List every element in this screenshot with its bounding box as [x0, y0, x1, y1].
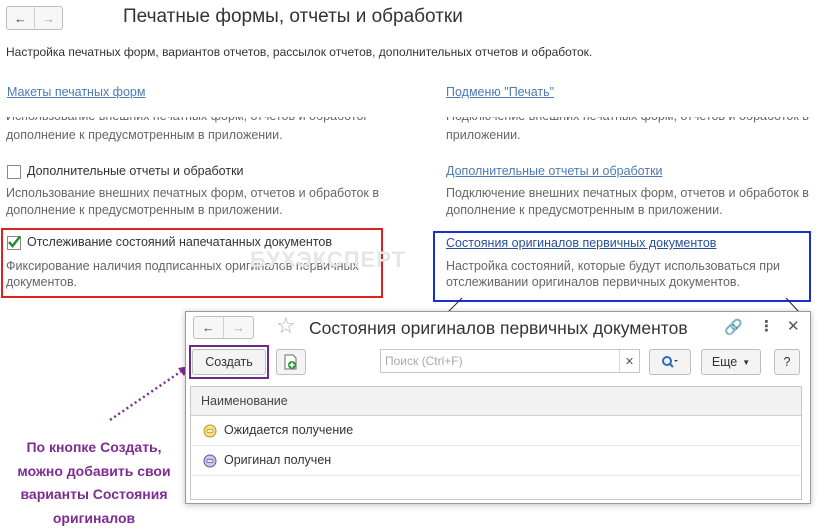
- row-label: Ожидается получение: [224, 423, 353, 437]
- highlight-frame-purple: [189, 345, 269, 379]
- more-label: Еще: [712, 355, 737, 369]
- column-header-name[interactable]: Наименование: [191, 387, 801, 416]
- search-input[interactable]: Поиск (Ctrl+F) ✕: [380, 349, 640, 373]
- annotation-line: варианты Состояния: [4, 483, 184, 507]
- annotation-line: оригиналов: [4, 507, 184, 530]
- help-button[interactable]: ?: [774, 349, 800, 375]
- arrow-right-icon: →: [232, 320, 245, 335]
- states-table: Наименование Ожидается получение Оригина…: [190, 386, 802, 500]
- favorite-star-icon[interactable]: ☆: [276, 315, 296, 337]
- search-placeholder: Поиск (Ctrl+F): [385, 354, 463, 368]
- dialog-title: Состояния оригиналов первичных документо…: [309, 318, 688, 339]
- arrow-left-icon: ←: [202, 320, 215, 335]
- create-copy-button[interactable]: [276, 349, 306, 375]
- states-dialog: ← → ☆ Состояния оригиналов первичных док…: [185, 311, 811, 504]
- annotation-line: можно добавить свои: [4, 460, 184, 484]
- pending-status-icon: [203, 424, 217, 438]
- more-button[interactable]: Еще ▼: [701, 349, 761, 375]
- dialog-back-button[interactable]: ←: [194, 317, 223, 338]
- chevron-down-icon: ▼: [742, 358, 750, 367]
- table-row[interactable]: Оригинал получен: [191, 446, 801, 476]
- dialog-forward-button[interactable]: →: [223, 317, 253, 338]
- annotation-note: По кнопке Создать, можно добавить свои в…: [4, 436, 184, 530]
- table-row[interactable]: Ожидается получение: [191, 416, 801, 446]
- search-icon: [661, 355, 679, 369]
- search-button[interactable]: [649, 349, 691, 375]
- clear-search-icon[interactable]: ✕: [619, 350, 639, 372]
- more-vertical-icon[interactable]: ⋮: [759, 317, 774, 335]
- dialog-nav-buttons: ← →: [193, 316, 254, 339]
- close-icon[interactable]: ✕: [787, 317, 800, 335]
- annotation-line: По кнопке Создать,: [4, 436, 184, 460]
- row-label: Оригинал получен: [224, 453, 331, 467]
- received-status-icon: [203, 454, 217, 468]
- link-icon[interactable]: 🔗: [724, 318, 743, 336]
- add-document-icon: [284, 354, 298, 370]
